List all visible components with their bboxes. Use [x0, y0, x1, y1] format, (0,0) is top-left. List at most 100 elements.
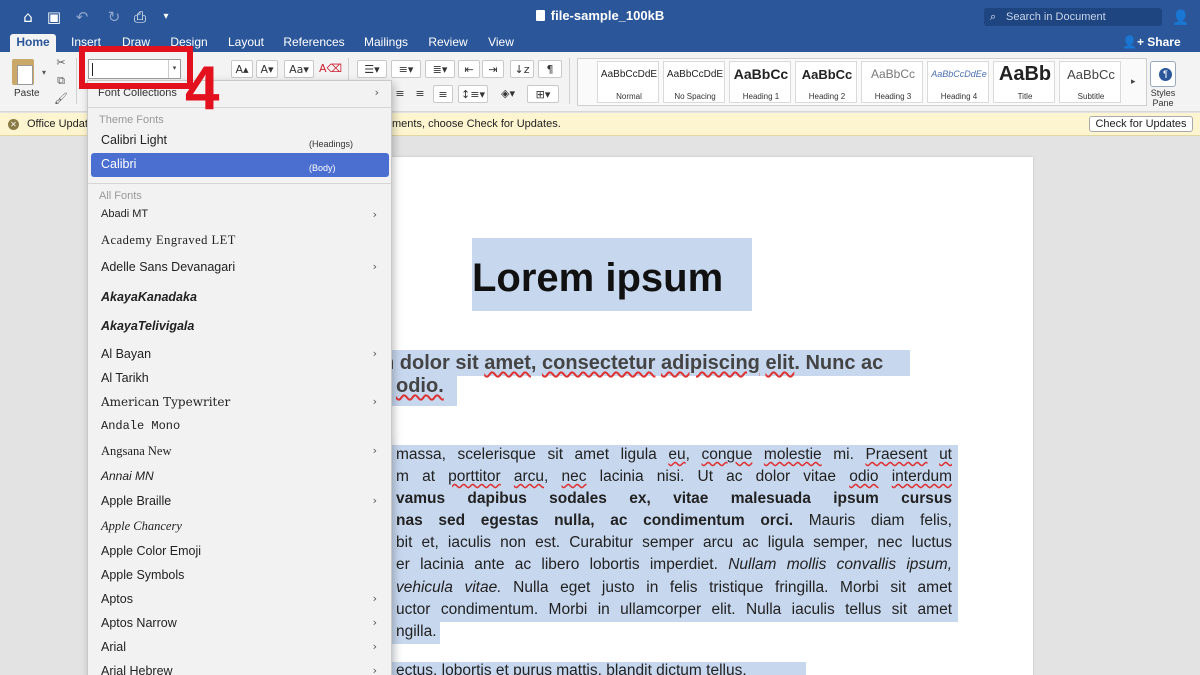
change-case-icon[interactable]: Aa▾ — [284, 60, 314, 78]
chevron-right-icon: › — [372, 494, 377, 507]
home-icon[interactable]: ⌂ — [18, 7, 38, 27]
style-heading-2[interactable]: AaBbCc Heading 2 — [795, 61, 857, 103]
chevron-right-icon: › — [372, 664, 377, 675]
font-item[interactable]: Abadi MT › — [91, 204, 389, 228]
font-item[interactable]: Arial › — [91, 636, 389, 660]
sort-icon[interactable]: ↓z — [510, 60, 534, 78]
style-title[interactable]: AaBb Title — [993, 61, 1055, 103]
document-subheading-line-1: n dolor sit amet, consectetur adipiscing… — [382, 352, 884, 374]
bullets-icon[interactable]: ☰▾ — [357, 60, 387, 78]
style-heading-3[interactable]: AaBbCc Heading 3 — [861, 61, 923, 103]
increase-font-size-icon[interactable]: A▴ — [231, 60, 253, 78]
tab-mailings[interactable]: Mailings — [360, 34, 412, 52]
font-item-calibri[interactable]: Calibri (Body) — [91, 153, 389, 177]
chevron-right-icon: › — [372, 347, 377, 360]
decrease-font-size-icon[interactable]: A▾ — [256, 60, 278, 78]
body-line-1: massa, scelerisque sit amet ligula eu, c… — [396, 446, 952, 463]
font-item[interactable]: Apple Chancery — [91, 515, 389, 539]
shading-icon[interactable]: ◈▾ — [493, 85, 523, 103]
body-line-5: bit et, iaculis non est. Curabitur sempe… — [396, 534, 952, 551]
show-formatting-icon[interactable]: ¶ — [538, 60, 562, 78]
search-input[interactable]: ⌕ Search in Document — [984, 8, 1162, 26]
style-subtitle[interactable]: AaBbCc Subtitle — [1059, 61, 1121, 103]
style-heading-1[interactable]: AaBbCc Heading 1 — [729, 61, 791, 103]
save-icon[interactable]: ▣ — [44, 7, 64, 27]
cut-icon[interactable]: ✂ — [54, 56, 68, 70]
font-item[interactable]: American Typewriter › — [91, 391, 389, 415]
share-icon: 👤+ — [1122, 35, 1148, 49]
paste-label: Paste — [14, 88, 40, 99]
styles-gallery: AaBbCcDdE Normal AaBbCcDdE No Spacing Aa… — [577, 58, 1147, 106]
body-line-4: nas sed egestas nulla, ac condimentum or… — [396, 512, 952, 529]
font-item[interactable]: Al Tarikh — [91, 367, 389, 391]
style-normal[interactable]: AaBbCcDdE Normal — [597, 61, 659, 103]
font-item[interactable]: Arial Hebrew › — [91, 660, 389, 675]
customize-toolbar-icon[interactable]: ▾ — [156, 7, 176, 27]
font-item[interactable]: AkayaTelivigala — [91, 315, 389, 339]
chevron-right-icon: › — [372, 260, 377, 273]
align-center-icon[interactable]: ≡ — [390, 85, 410, 103]
print-icon[interactable]: ⎙ — [130, 7, 150, 27]
update-message-left: Office Updat — [27, 118, 88, 130]
tab-home[interactable]: Home — [10, 34, 56, 52]
document-subheading-line-2: odio. — [396, 375, 444, 397]
all-fonts-header: All Fonts — [99, 190, 142, 202]
line-spacing-icon[interactable]: ↕≡▾ — [458, 85, 488, 103]
font-item[interactable]: Adelle Sans Devanagari › — [91, 256, 389, 280]
update-message-right: ments, choose Check for Updates. — [392, 118, 561, 130]
body-line-9: ngilla. — [396, 623, 437, 640]
chevron-right-icon: › — [372, 592, 377, 605]
body-line-8: uctor condimentum. Morbi in ullamcorper … — [396, 601, 952, 618]
justify-icon[interactable]: ≡ — [433, 85, 453, 103]
title-bar: ⌂ ▣ ↶ ↻ ⎙ ▾ file-sample_100kB ⌕ Search in… — [0, 0, 1200, 34]
align-right-icon[interactable]: ≡ — [410, 85, 430, 103]
font-item[interactable]: Al Bayan › — [91, 343, 389, 367]
dismiss-icon[interactable]: ✕ — [8, 119, 19, 130]
annotation-highlight-box — [79, 46, 193, 89]
font-item[interactable]: Apple Symbols — [91, 564, 389, 588]
copy-icon[interactable]: ⧉ — [54, 74, 68, 88]
font-item[interactable]: Aptos › — [91, 588, 389, 612]
menu-divider — [88, 183, 391, 184]
paste-dropdown-icon[interactable]: ▾ — [37, 66, 51, 80]
check-for-updates-button[interactable]: Check for Updates — [1089, 116, 1193, 132]
clear-formatting-icon[interactable]: A⌫ — [319, 60, 342, 78]
styles-more-icon[interactable]: ▸ — [1131, 76, 1136, 87]
styles-pane-button[interactable]: Styles Pane — [1140, 88, 1186, 108]
increase-indent-icon[interactable]: ⇥ — [482, 60, 504, 78]
format-painter-icon[interactable]: 🖌 — [54, 92, 68, 106]
style-heading-4[interactable]: AaBbCcDdEe Heading 4 — [927, 61, 989, 103]
file-icon — [535, 10, 545, 21]
font-item[interactable]: Andale Mono — [91, 415, 389, 439]
font-item[interactable]: AkayaKanadaka — [91, 286, 389, 310]
paste-icon[interactable] — [12, 59, 34, 85]
font-item-calibri-light[interactable]: Calibri Light (Headings) — [91, 129, 389, 153]
multilevel-list-icon[interactable]: ≣▾ — [425, 60, 455, 78]
undo-icon[interactable]: ↶ — [72, 7, 92, 27]
ribbon-divider — [76, 58, 77, 104]
styles-pane-icon[interactable] — [1150, 61, 1176, 87]
font-item[interactable]: Angsana New › — [91, 440, 389, 464]
body-line-7: vehicula vitae. Nulla eget justo in feli… — [396, 579, 952, 596]
tab-layout[interactable]: Layout — [224, 34, 268, 52]
share-button[interactable]: 👤+ Share — [1122, 34, 1181, 52]
body-line-10: ectus, lobortis et purus mattis, blandit… — [396, 662, 747, 675]
borders-icon[interactable]: ⊞▾ — [527, 85, 559, 103]
search-icon: ⌕ — [990, 11, 997, 23]
style-no-spacing[interactable]: AaBbCcDdE No Spacing — [663, 61, 725, 103]
font-item[interactable]: Apple Color Emoji — [91, 540, 389, 564]
font-item[interactable]: Academy Engraved LET — [91, 229, 389, 253]
decrease-indent-icon[interactable]: ⇤ — [458, 60, 480, 78]
account-icon[interactable]: 👤 — [1172, 8, 1190, 26]
chevron-right-icon: › — [372, 616, 377, 629]
numbering-icon[interactable]: ≡▾ — [391, 60, 421, 78]
tab-review[interactable]: Review — [425, 34, 471, 52]
tab-references[interactable]: References — [281, 34, 347, 52]
font-item[interactable]: Apple Braille › — [91, 490, 389, 514]
font-item[interactable]: Aptos Narrow › — [91, 612, 389, 636]
redo-icon[interactable]: ↻ — [104, 7, 124, 27]
font-item[interactable]: Annai MN — [91, 465, 389, 489]
chevron-right-icon: › — [372, 395, 377, 408]
body-line-2: m at porttitor arcu, nec lacinia nisi. U… — [396, 468, 953, 485]
tab-view[interactable]: View — [484, 34, 518, 52]
